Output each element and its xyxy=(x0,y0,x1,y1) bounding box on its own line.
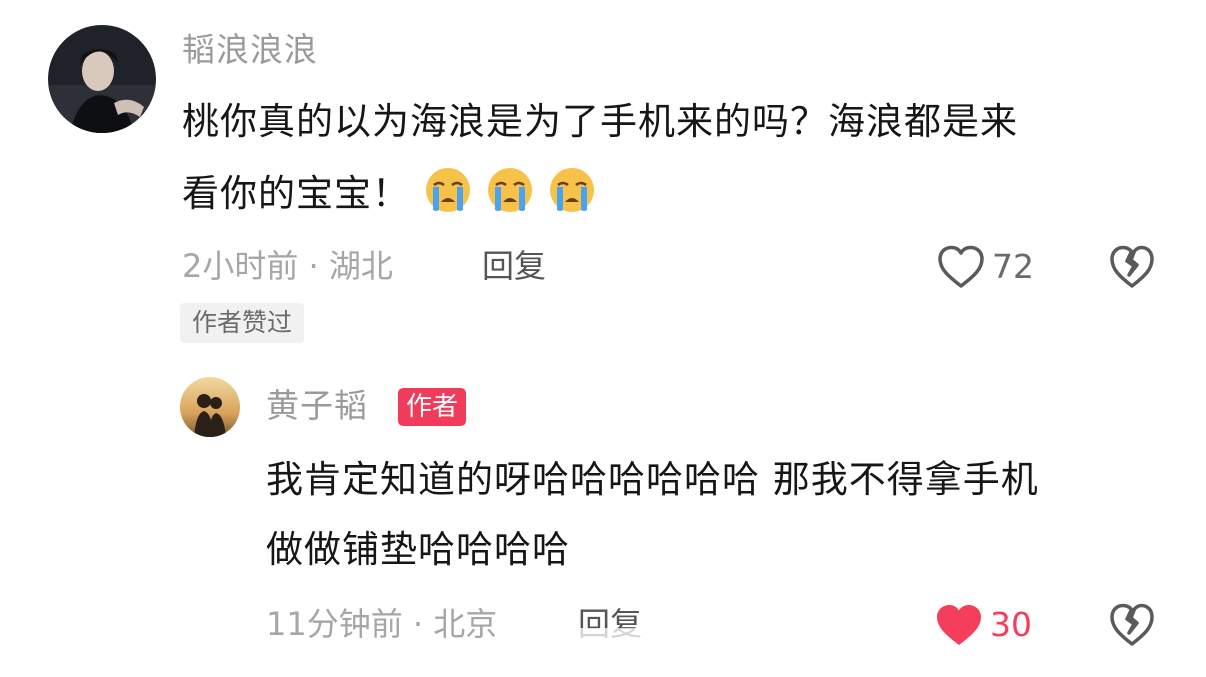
reply-like-button[interactable] xyxy=(934,602,984,648)
crying-face-icon xyxy=(486,166,534,214)
reply-text-line2: 做做铺垫哈哈哈哈 xyxy=(266,528,570,571)
crying-face-icon xyxy=(424,166,472,214)
dislike-button[interactable] xyxy=(1108,244,1156,290)
heart-filled-icon xyxy=(937,605,981,645)
comment-reply-button[interactable]: 回复 xyxy=(482,246,546,286)
comment-like-count: 72 xyxy=(992,247,1034,286)
comment-time-location: 2小时前 · 湖北 xyxy=(182,247,393,285)
author-badge: 作者 xyxy=(398,388,467,426)
author-liked-badge: 作者赞过 xyxy=(180,303,305,343)
comment-thread: 韬浪浪浪 桃你真的以为海浪是为了手机来的吗？海浪都是来 看你的宝宝！ 2小时前 … xyxy=(0,0,1206,677)
heart-outline-icon xyxy=(938,245,984,288)
broken-heart-icon xyxy=(1110,245,1154,288)
author-username[interactable]: 黄子韬 xyxy=(266,386,368,426)
commenter-avatar[interactable] xyxy=(48,25,156,133)
broken-heart-icon xyxy=(1110,603,1154,646)
commenter-username[interactable]: 韬浪浪浪 xyxy=(182,30,318,70)
reply-dislike-button[interactable] xyxy=(1108,602,1156,648)
crying-face-icon xyxy=(548,166,596,214)
comment-text-line2-content: 看你的宝宝！ xyxy=(182,172,410,215)
reply-text-line1: 我肯定知道的呀哈哈哈哈哈哈 那我不得拿手机 xyxy=(266,458,1039,501)
watermark-overlay xyxy=(498,628,720,662)
reply-like-count: 30 xyxy=(990,605,1032,644)
like-button[interactable] xyxy=(936,244,986,290)
comment-text-line1: 桃你真的以为海浪是为了手机来的吗？海浪都是来 xyxy=(182,100,1018,143)
comment-text-line2: 看你的宝宝！ xyxy=(182,160,596,227)
author-avatar[interactable] xyxy=(180,377,240,437)
reply-time-location: 11分钟前 · 北京 xyxy=(266,605,498,643)
